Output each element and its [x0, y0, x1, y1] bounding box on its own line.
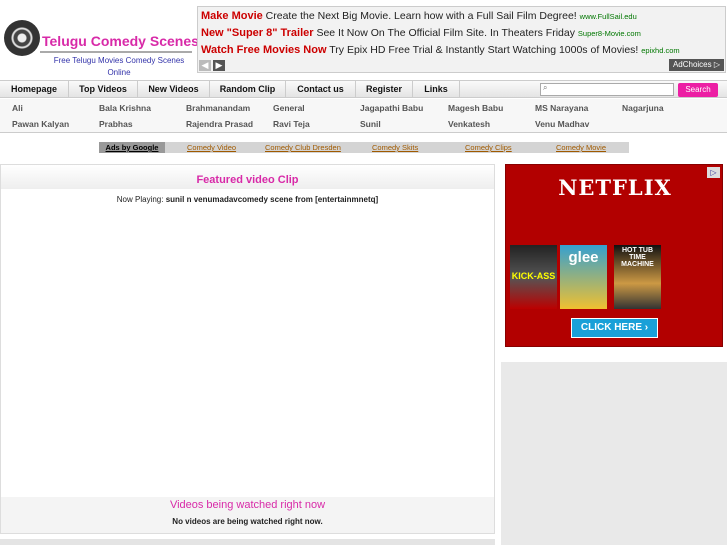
ad-link[interactable]: Comedy Movie	[556, 142, 606, 153]
nav-random-clip[interactable]: Random Clip	[210, 81, 286, 98]
google-ad-links: Ads by Google Comedy Video Comedy Club D…	[99, 142, 629, 153]
header: Telugu Comedy Scenes Free Telugu Movies …	[0, 0, 727, 80]
text-ad-box: Make Movie Create the Next Big Movie. Le…	[197, 6, 726, 73]
main-nav: Homepage Top Videos New Videos Random Cl…	[0, 80, 727, 98]
now-playing-title: sunil n venumadavcomedy scene from [ente…	[165, 195, 379, 204]
now-playing-label: Now Playing:	[116, 195, 164, 204]
site-tagline: Free Telugu Movies Comedy Scenes Online	[53, 56, 185, 77]
search-icon: ⌕	[543, 83, 548, 92]
actor-link[interactable]: Ali	[12, 103, 23, 113]
featured-title: Featured video Clip	[196, 174, 299, 186]
ad-url[interactable]: epixhd.com	[641, 46, 679, 55]
actor-link[interactable]: Prabhas	[99, 119, 133, 129]
sidebar-placeholder	[501, 362, 727, 545]
watching-now-section: Videos being watched right now No videos…	[1, 497, 494, 533]
actor-link[interactable]: General	[273, 103, 305, 113]
ad-link[interactable]: Comedy Club Dresden	[265, 142, 341, 153]
search-input[interactable]	[540, 83, 674, 96]
ad-link[interactable]: Comedy Skits	[372, 142, 418, 153]
ads-by-google-label[interactable]: Ads by Google	[99, 142, 165, 153]
netflix-banner-ad[interactable]: ▷ NETFLIX KICK-ASS glee HOT TUB TIME MAC…	[505, 164, 723, 347]
netflix-logo: NETFLIX	[558, 175, 672, 200]
actor-link[interactable]: Rajendra Prasad	[186, 119, 253, 129]
movie-cover-title: KICK-ASS	[511, 271, 556, 281]
actor-link[interactable]: Nagarjuna	[622, 103, 664, 113]
site-title[interactable]: Telugu Comedy Scenes	[42, 33, 199, 49]
actor-link[interactable]: Magesh Babu	[448, 103, 503, 113]
footer-strip	[0, 539, 495, 545]
ad-text: See It Now On The Official Film Site. In…	[316, 27, 575, 39]
adchoices-button[interactable]: AdChoices ▷	[668, 59, 724, 71]
actor-link[interactable]: Jagapathi Babu	[360, 103, 423, 113]
actor-link[interactable]: Ravi Teja	[273, 119, 310, 129]
movie-cover-title: glee	[568, 249, 599, 266]
watching-empty-message: No videos are being watched right now.	[172, 517, 323, 526]
film-reel-logo-icon[interactable]	[4, 20, 40, 56]
movie-cover: HOT TUB TIME MACHINE	[614, 245, 661, 309]
click-here-button[interactable]: CLICK HERE ›	[571, 318, 658, 338]
actor-link[interactable]: Brahmanandam	[186, 103, 250, 113]
ad-link[interactable]: Comedy Clips	[465, 142, 512, 153]
ad-url[interactable]: www.FullSail.edu	[580, 12, 637, 21]
search-button[interactable]: Search	[678, 83, 718, 97]
movie-cover: glee	[560, 245, 607, 309]
ad-headline[interactable]: Watch Free Movies Now	[201, 44, 327, 56]
nav-homepage[interactable]: Homepage	[0, 81, 69, 98]
title-divider	[40, 51, 192, 53]
nav-contact-us[interactable]: Contact us	[286, 81, 356, 98]
featured-video-panel: Featured video Clip Now Playing: sunil n…	[0, 164, 495, 534]
nav-register[interactable]: Register	[356, 81, 413, 98]
actor-link[interactable]: MS Narayana	[535, 103, 588, 113]
page: Telugu Comedy Scenes Free Telugu Movies …	[0, 0, 727, 545]
nav-top-videos[interactable]: Top Videos	[69, 81, 138, 98]
ad-prev-icon[interactable]: ◀	[199, 60, 211, 71]
actor-link[interactable]: Pawan Kalyan	[12, 119, 69, 129]
watching-title: Videos being watched right now	[169, 499, 326, 511]
actor-links: Ali Bala Krishna Brahmanandam General Ja…	[0, 99, 727, 133]
ad-link[interactable]: Comedy Video	[187, 142, 236, 153]
ad-text: Try Epix HD Free Trial & Instantly Start…	[329, 44, 639, 56]
ad-next-icon[interactable]: ▶	[213, 60, 225, 71]
ad-headline[interactable]: New "Super 8" Trailer	[201, 27, 314, 39]
ad-text: Create the Next Big Movie. Learn how wit…	[265, 10, 577, 22]
ad-url[interactable]: Super8-Movie.com	[578, 29, 641, 38]
actor-link[interactable]: Bala Krishna	[99, 103, 151, 113]
nav-new-videos[interactable]: New Videos	[138, 81, 210, 98]
text-ad-2[interactable]: New "Super 8" Trailer See It Now On The …	[201, 27, 641, 39]
text-ad-3[interactable]: Watch Free Movies Now Try Epix HD Free T…	[201, 44, 680, 56]
text-ad-1[interactable]: Make Movie Create the Next Big Movie. Le…	[201, 10, 637, 22]
actor-link[interactable]: Sunil	[360, 119, 381, 129]
actor-link[interactable]: Venkatesh	[448, 119, 490, 129]
movie-cover: KICK-ASS	[510, 245, 557, 309]
movie-cover-title: HOT TUB TIME MACHINE	[621, 247, 654, 268]
nav-links[interactable]: Links	[413, 81, 460, 98]
now-playing: Now Playing: sunil n venumadavcomedy sce…	[1, 195, 494, 204]
actor-link[interactable]: Venu Madhav	[535, 119, 589, 129]
ad-headline[interactable]: Make Movie	[201, 10, 263, 22]
